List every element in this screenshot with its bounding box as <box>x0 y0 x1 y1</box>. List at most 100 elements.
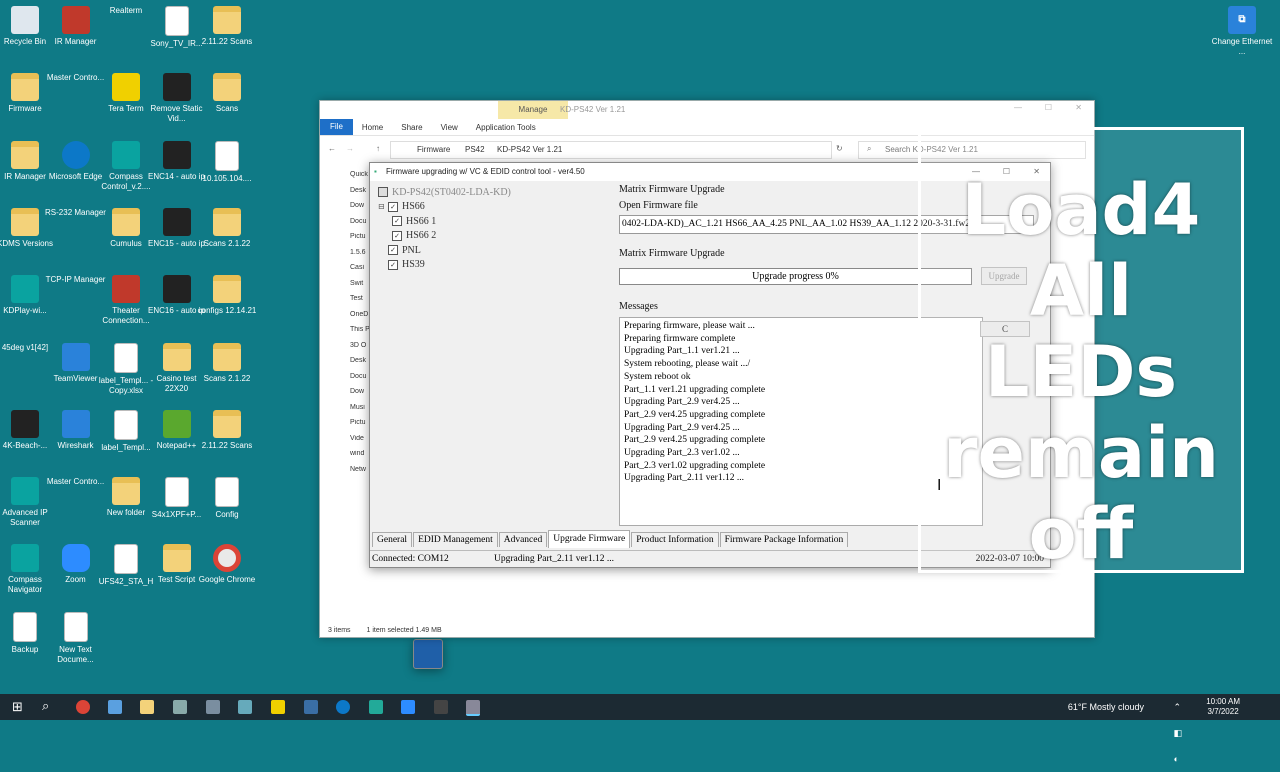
zoom-taskbar-icon[interactable] <box>401 700 415 714</box>
nav-pane-item[interactable]: Dow <box>320 202 372 218</box>
ribbon-tab-share[interactable]: Share <box>392 123 431 132</box>
app-taskbar-icon[interactable] <box>304 700 318 714</box>
nav-pane-item[interactable]: Docu <box>320 373 372 389</box>
nav-pane-item[interactable]: wind <box>320 450 372 466</box>
tab-advanced[interactable]: Advanced <box>498 532 548 547</box>
nav-pane-item[interactable]: Docu <box>320 218 372 234</box>
checkbox[interactable]: ✓ <box>388 245 398 256</box>
search-icon[interactable]: ⌕ <box>42 698 49 714</box>
nav-pane-item[interactable]: Musi <box>320 404 372 420</box>
path-box[interactable]: Firmware PS42 KD-PS42 Ver 1.21 <box>390 141 832 159</box>
change-ethernet-shortcut[interactable]: ⧉ Change Ethernet ... <box>1210 6 1274 57</box>
tree-root[interactable]: KD-PS42(ST0402-LDA-KD) <box>378 185 618 200</box>
notepad-icon <box>162 409 191 438</box>
task-status: Upgrading Part_2.11 ver1.12 ... <box>494 554 614 564</box>
desktop-shortcut[interactable]: 10.105.104.... <box>195 140 259 184</box>
caption-line: Load4 <box>961 169 1201 251</box>
breadcrumb-ps42[interactable]: PS42 <box>465 145 485 154</box>
tab-edid-management[interactable]: EDID Management <box>413 532 498 547</box>
nav-pane-item[interactable]: Swit <box>320 280 372 296</box>
nav-pane-item[interactable]: Netw <box>320 466 372 482</box>
breadcrumb-firmware[interactable]: Firmware <box>417 145 450 154</box>
compass-icon <box>11 544 39 573</box>
nav-pane-item[interactable]: Desk <box>320 357 372 373</box>
tab-general[interactable]: General <box>372 532 413 547</box>
caption-text: Load4 All LEDs remain off <box>921 170 1241 575</box>
maximize-icon[interactable]: ☐ <box>1045 103 1052 112</box>
nav-pane-item[interactable]: Casi <box>320 264 372 280</box>
nav-pane-item[interactable]: Vide <box>320 435 372 451</box>
tab-firmware-package-information[interactable]: Firmware Package Information <box>719 532 849 547</box>
app-taskbar-icon[interactable] <box>108 700 122 714</box>
active-app-taskbar-icon[interactable] <box>466 700 480 716</box>
nav-pane-item[interactable]: OneD <box>320 311 372 327</box>
desktop-icon-label: Firmware <box>8 104 42 114</box>
chrome-taskbar-icon[interactable] <box>76 700 90 714</box>
navigation-pane[interactable]: Quick Desk Dow Docu Pictu 1.5.6 Casi Swit Test On… <box>320 171 372 621</box>
settings-taskbar-icon[interactable] <box>173 700 187 714</box>
checkbox[interactable]: ✓ <box>392 230 402 241</box>
collapse-icon[interactable]: ⊟ <box>378 202 388 211</box>
nav-pane-item[interactable]: Desk <box>320 187 372 203</box>
manage-tab[interactable]: Manage <box>498 101 568 119</box>
desktop-shortcut[interactable]: Google Chrome <box>195 544 259 585</box>
tab-product-information[interactable]: Product Information <box>631 532 719 547</box>
nav-pane-item[interactable]: Test <box>320 295 372 311</box>
minimize-icon[interactable]: — <box>1014 103 1022 112</box>
app-taskbar-icon[interactable] <box>206 700 220 714</box>
compass-icon <box>112 140 140 169</box>
checkbox[interactable] <box>378 187 388 198</box>
teraterm-taskbar-icon[interactable] <box>271 700 285 714</box>
refresh-icon[interactable]: ↻ <box>836 144 843 153</box>
video-icon <box>162 73 191 102</box>
checkbox[interactable]: ✓ <box>392 216 402 227</box>
tab-upgrade-firmware[interactable]: Upgrade Firmware <box>548 530 631 548</box>
desktop-shortcut[interactable]: Scans 2.1.22 <box>195 207 259 249</box>
forward-arrow-icon[interactable]: → <box>346 144 354 153</box>
file-explorer-taskbar-icon[interactable] <box>140 700 154 714</box>
desktop-shortcut[interactable]: 2.11.22 Scans <box>195 409 259 451</box>
back-arrow-icon[interactable]: ← <box>328 144 336 153</box>
taskbar: ⊞ ⌕ 61°F Mostly cloudy ⌃ ◧ ◐ 10:00 AM 3/… <box>0 694 1280 764</box>
nav-pane-item[interactable]: 1.5.6 <box>320 249 372 265</box>
nav-pane-item[interactable]: This P <box>320 326 372 342</box>
checkbox[interactable]: ✓ <box>388 201 398 212</box>
desktop-shortcut[interactable]: Scans <box>195 73 259 114</box>
ribbon-tab-application-tools[interactable]: Application Tools <box>467 123 545 132</box>
ribbon-tab-view[interactable]: View <box>432 123 467 132</box>
tree-item-hs66[interactable]: ⊟ ✓ HS66 <box>378 200 618 215</box>
desktop-shortcut[interactable]: New Text Docume... <box>44 611 108 665</box>
ribbon-tab-file[interactable]: File <box>320 119 353 135</box>
tree-item-pnl[interactable]: ✓ PNL <box>378 243 618 258</box>
folder-icon <box>213 207 241 236</box>
app-taskbar-icon[interactable] <box>238 700 252 714</box>
windows-start-icon[interactable]: ⊞ <box>12 699 23 715</box>
desktop-shortcut[interactable]: Scans 2.1.22 <box>195 342 259 384</box>
weather-status[interactable]: 61°F Mostly cloudy <box>1068 694 1144 720</box>
nav-pane-item[interactable]: Quick <box>320 171 372 187</box>
desktop-shortcut[interactable]: 2.11.22 Scans <box>195 6 259 47</box>
nav-pane-item[interactable]: 3D O <box>320 342 372 358</box>
edge-taskbar-icon[interactable] <box>336 700 350 714</box>
app-taskbar-icon[interactable] <box>369 700 383 714</box>
caption-line: LEDs <box>984 331 1178 413</box>
nav-pane-item[interactable]: Pictu <box>320 419 372 435</box>
tray-icons[interactable]: ⌃ ◧ ◐ <box>1174 694 1183 772</box>
close-icon[interactable]: ✕ <box>1075 103 1082 112</box>
ribbon-tab-home[interactable]: Home <box>353 123 392 132</box>
section-label-2: Matrix Firmware Upgrade <box>619 248 725 259</box>
app-taskbar-icon[interactable] <box>434 700 448 714</box>
desktop-shortcut[interactable]: Config <box>195 477 259 520</box>
up-arrow-icon[interactable]: ↑ <box>376 144 380 153</box>
folder-icon <box>162 342 191 371</box>
nav-pane-item[interactable]: Pictu <box>320 233 372 249</box>
tree-item-hs66-2[interactable]: ✓ HS66 2 <box>378 229 618 244</box>
checkbox[interactable]: ✓ <box>388 259 398 270</box>
device-tree[interactable]: KD-PS42(ST0402-LDA-KD) ⊟ ✓ HS66 ✓ HS66 1 ✓ H… <box>378 185 618 272</box>
desktop-shortcut[interactable]: configs 12.14.21 <box>195 275 259 316</box>
clock[interactable]: 10:00 AM 3/7/2022 <box>1206 697 1240 717</box>
tree-item-hs66-1[interactable]: ✓ HS66 1 <box>378 214 618 229</box>
breadcrumb-kd-ps42[interactable]: KD-PS42 Ver 1.21 <box>497 145 562 154</box>
nav-pane-item[interactable]: Dow <box>320 388 372 404</box>
tree-item-hs39[interactable]: ✓ HS39 <box>378 258 618 273</box>
